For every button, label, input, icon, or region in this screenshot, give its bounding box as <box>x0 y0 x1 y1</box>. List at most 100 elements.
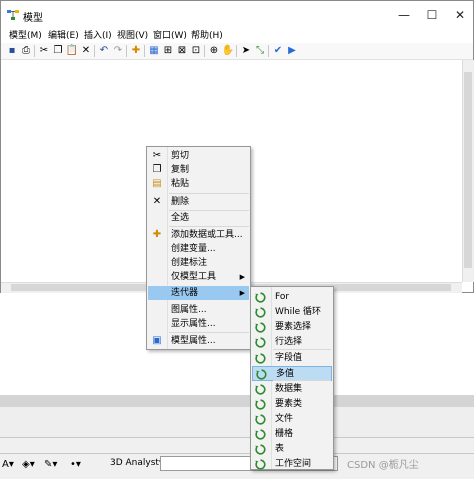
scissors-icon: ✂ <box>152 150 162 161</box>
add-data-icon[interactable]: ✚ <box>129 44 143 58</box>
menu-window[interactable]: 窗口(W) <box>153 29 187 43</box>
toolbar-separator <box>236 45 237 57</box>
font-color-icon[interactable]: A▾ <box>2 459 14 470</box>
delete-icon[interactable]: ✕ <box>79 44 93 58</box>
submenu-item-feature-selection[interactable]: 要素选择 <box>252 320 332 335</box>
context-item-delete[interactable]: ✕ 删除 <box>148 195 249 209</box>
submenu-item-multivalue[interactable]: 多值 <box>252 366 332 381</box>
3d-analyst-label[interactable]: 3D Analyst▾ <box>110 458 163 468</box>
fixed-zoom-out-icon[interactable]: ⊡ <box>189 44 203 58</box>
zoom-in-icon[interactable]: ⊕ <box>207 44 221 58</box>
close-button[interactable]: ✕ <box>446 5 474 25</box>
auto-layout-icon[interactable]: ▦ <box>147 44 161 58</box>
submenu-item-field-value[interactable]: 字段值 <box>252 351 332 366</box>
maximize-button[interactable]: ☐ <box>418 5 446 25</box>
vertical-scrollbar[interactable] <box>462 60 474 282</box>
context-menu: ✂ 剪切 ❐ 复制 ▤ 粘贴 ✕ 删除 全选 ✚ 添加数据或工具... 创建变量… <box>146 146 251 350</box>
toolbar-separator <box>126 45 127 57</box>
print-icon[interactable]: ⎙ <box>19 44 33 58</box>
menu-item-label: 全选 <box>171 213 190 223</box>
menu-item-label: 添加数据或工具... <box>171 230 243 240</box>
menu-separator <box>169 193 249 194</box>
context-item-model-only-tools[interactable]: 仅模型工具 ▶ <box>148 270 249 284</box>
watermark: CSDN @栀凡尘 <box>347 460 419 471</box>
model-toolbar: ▪ ⎙ ✂ ❐ 📋 ✕ ↶ ↷ ✚ ▦ ⊞ ⊠ ⊡ ⊕ ✋ ➤ ⤡ ✔ ▶ <box>1 43 473 60</box>
toolbar-separator <box>144 45 145 57</box>
menu-view[interactable]: 视图(V) <box>117 29 148 43</box>
fixed-zoom-in-icon[interactable]: ⊠ <box>175 44 189 58</box>
connect-icon[interactable]: ⤡ <box>253 44 267 58</box>
context-item-select-all[interactable]: 全选 <box>148 211 249 225</box>
submenu-item-label: 要素选择 <box>275 322 312 332</box>
validate-icon[interactable]: ✔ <box>271 44 285 58</box>
paste-icon[interactable]: 📋 <box>65 44 79 58</box>
iterator-icon <box>256 369 267 380</box>
iterator-icon <box>255 399 266 410</box>
iterator-icon <box>255 459 266 470</box>
context-item-create-label[interactable]: 创建标注 <box>148 256 249 270</box>
submenu-item-for[interactable]: For <box>252 290 332 305</box>
save-icon[interactable]: ▪ <box>5 44 19 58</box>
iterator-icon <box>255 384 266 395</box>
context-item-diagram-properties[interactable]: 图属性... <box>148 303 249 317</box>
context-item-cut[interactable]: ✂ 剪切 <box>148 149 249 163</box>
title-bar[interactable]: 模型 — ☐ ✕ <box>1 1 473 29</box>
submenu-item-tables[interactable]: 表 <box>252 442 332 457</box>
menu-item-label: 显示属性... <box>171 319 216 329</box>
full-extent-icon[interactable]: ⊞ <box>161 44 175 58</box>
toolbar-separator <box>94 45 95 57</box>
select-icon[interactable]: ➤ <box>239 44 253 58</box>
submenu-item-label: 行选择 <box>275 337 303 347</box>
context-item-copy[interactable]: ❐ 复制 <box>148 163 249 177</box>
scroll-thumb[interactable] <box>464 72 472 268</box>
menu-model[interactable]: 模型(M) <box>9 29 42 43</box>
copy-icon[interactable]: ❐ <box>51 44 65 58</box>
iterator-icon <box>255 292 266 303</box>
undo-icon[interactable]: ↶ <box>97 44 111 58</box>
redo-icon[interactable]: ↷ <box>111 44 125 58</box>
submenu-item-while-loop[interactable]: While 循环 <box>252 305 332 320</box>
context-item-add-data[interactable]: ✚ 添加数据或工具... <box>148 228 249 242</box>
submenu-item-label: 表 <box>275 444 285 454</box>
context-item-model-properties[interactable]: ▣ 模型属性... <box>148 334 249 348</box>
submenu-item-label: 栅格 <box>275 429 294 439</box>
background-window-frame <box>0 395 474 407</box>
paste-icon: ▤ <box>152 178 162 189</box>
menu-item-label: 仅模型工具 <box>171 272 217 282</box>
run-icon[interactable]: ▶ <box>285 44 299 58</box>
submenu-item-label: 文件 <box>275 414 294 424</box>
submenu-item-feature-classes[interactable]: 要素类 <box>252 397 332 412</box>
window-title: 模型 <box>23 13 43 24</box>
iterator-icon <box>255 444 266 455</box>
menu-edit[interactable]: 编辑(E) <box>48 29 79 43</box>
menu-separator <box>273 380 331 381</box>
context-item-iterators[interactable]: 迭代器 ▶ <box>148 286 249 300</box>
submenu-item-label: 数据集 <box>275 384 303 394</box>
context-item-create-variable[interactable]: 创建变量... <box>148 242 249 256</box>
iterator-icon <box>255 337 266 348</box>
fill-color-icon[interactable]: ◈▾ <box>22 459 35 470</box>
marker-color-icon[interactable]: •▾ <box>70 459 81 470</box>
line-color-icon[interactable]: ✎▾ <box>44 459 57 470</box>
toolbar-separator <box>268 45 269 57</box>
menu-separator <box>273 349 331 350</box>
menu-item-label: 创建标注 <box>171 258 208 268</box>
menu-item-label: 创建变量... <box>171 244 216 254</box>
submenu-item-row-selection[interactable]: 行选择 <box>252 335 332 350</box>
minimize-button[interactable]: — <box>390 5 418 25</box>
add-data-icon: ✚ <box>152 229 162 240</box>
cut-icon[interactable]: ✂ <box>37 44 51 58</box>
submenu-item-workspaces[interactable]: 工作空间 <box>252 457 332 472</box>
context-item-display-properties[interactable]: 显示属性... <box>148 317 249 331</box>
submenu-item-files[interactable]: 文件 <box>252 412 332 427</box>
submenu-item-datasets[interactable]: 数据集 <box>252 382 332 397</box>
iterator-icon <box>255 429 266 440</box>
pan-icon[interactable]: ✋ <box>221 44 235 58</box>
submenu-item-rasters[interactable]: 栅格 <box>252 427 332 442</box>
context-item-paste[interactable]: ▤ 粘贴 <box>148 177 249 191</box>
model-icon <box>7 10 19 20</box>
submenu-item-label: While 循环 <box>275 307 322 317</box>
menu-insert[interactable]: 插入(I) <box>84 29 112 43</box>
menu-help[interactable]: 帮助(H) <box>191 29 223 43</box>
submenu-arrow-icon: ▶ <box>239 289 245 297</box>
